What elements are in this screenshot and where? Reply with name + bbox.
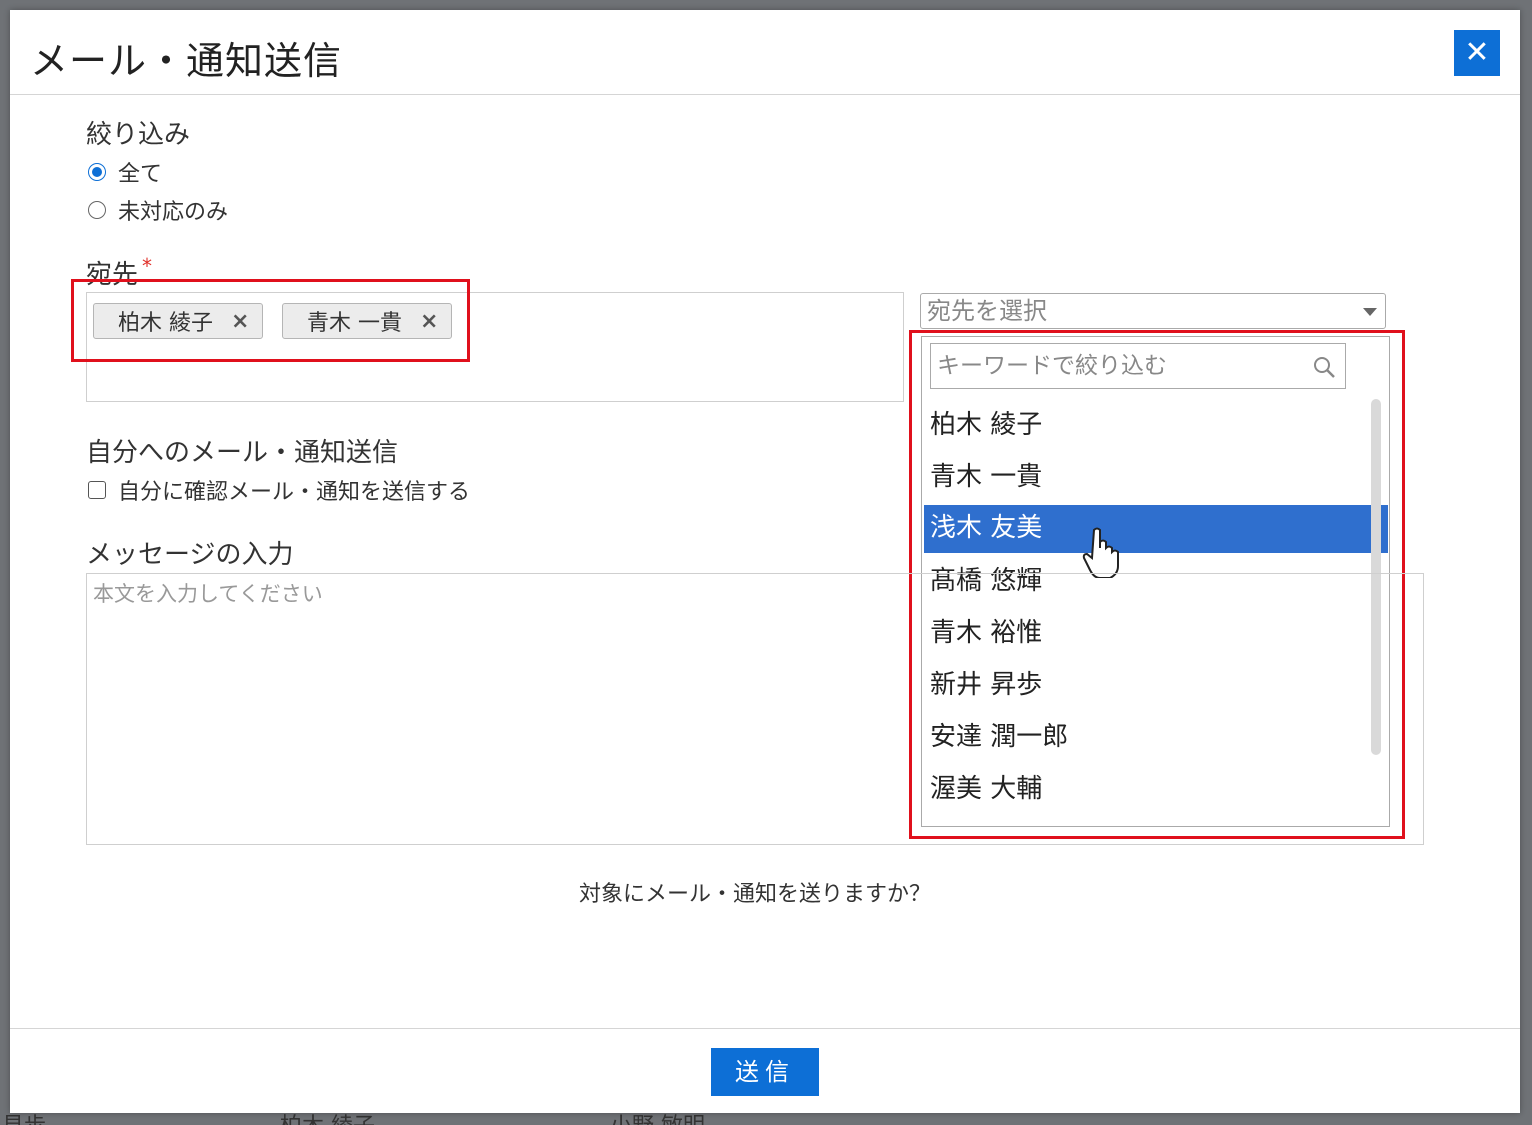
recipient-select[interactable]: 宛先を選択 [920, 293, 1386, 329]
filter-option-label: 全て [118, 162, 163, 187]
filter-option-all[interactable]: 全て [88, 156, 162, 188]
annotation-highlight-tags [71, 279, 470, 362]
send-button[interactable]: 送信 [711, 1048, 819, 1096]
self-notify-label: 自分へのメール・通知送信 [86, 438, 399, 468]
required-mark: * [142, 254, 153, 278]
self-notify-option[interactable]: 自分に確認メール・通知を送信する [88, 474, 470, 506]
footer-divider [10, 1028, 1520, 1029]
message-placeholder: 本文を入力してください [93, 582, 323, 606]
self-notify-checkbox-label: 自分に確認メール・通知を送信する [118, 480, 471, 505]
dialog-title: メール・通知送信 [30, 39, 343, 83]
hand-cursor-icon [1082, 527, 1119, 578]
message-textarea[interactable]: 本文を入力してください [86, 573, 1424, 845]
filter-option-unhandled[interactable]: 未対応のみ [88, 194, 228, 226]
chevron-down-icon [1363, 308, 1377, 316]
radio-all[interactable] [88, 163, 106, 181]
radio-unhandled[interactable] [88, 201, 106, 219]
close-icon: ✕ [1464, 35, 1490, 70]
self-notify-checkbox[interactable] [88, 481, 106, 499]
confirm-text: 対象にメール・通知を送りますか？ [578, 882, 931, 907]
close-button[interactable]: ✕ [1454, 30, 1500, 76]
mail-notify-dialog: メール・通知送信 ✕ 絞り込み 全て 未対応のみ 宛先 * 柏木 綾子 × 青木 … [10, 10, 1520, 1113]
message-label: メッセージの入力 [86, 540, 294, 570]
filter-option-label: 未対応のみ [118, 200, 229, 225]
dialog-header: メール・通知送信 ✕ [10, 10, 1520, 95]
filter-label: 絞り込み [86, 120, 191, 150]
recipient-select-placeholder: 宛先を選択 [927, 297, 1047, 325]
